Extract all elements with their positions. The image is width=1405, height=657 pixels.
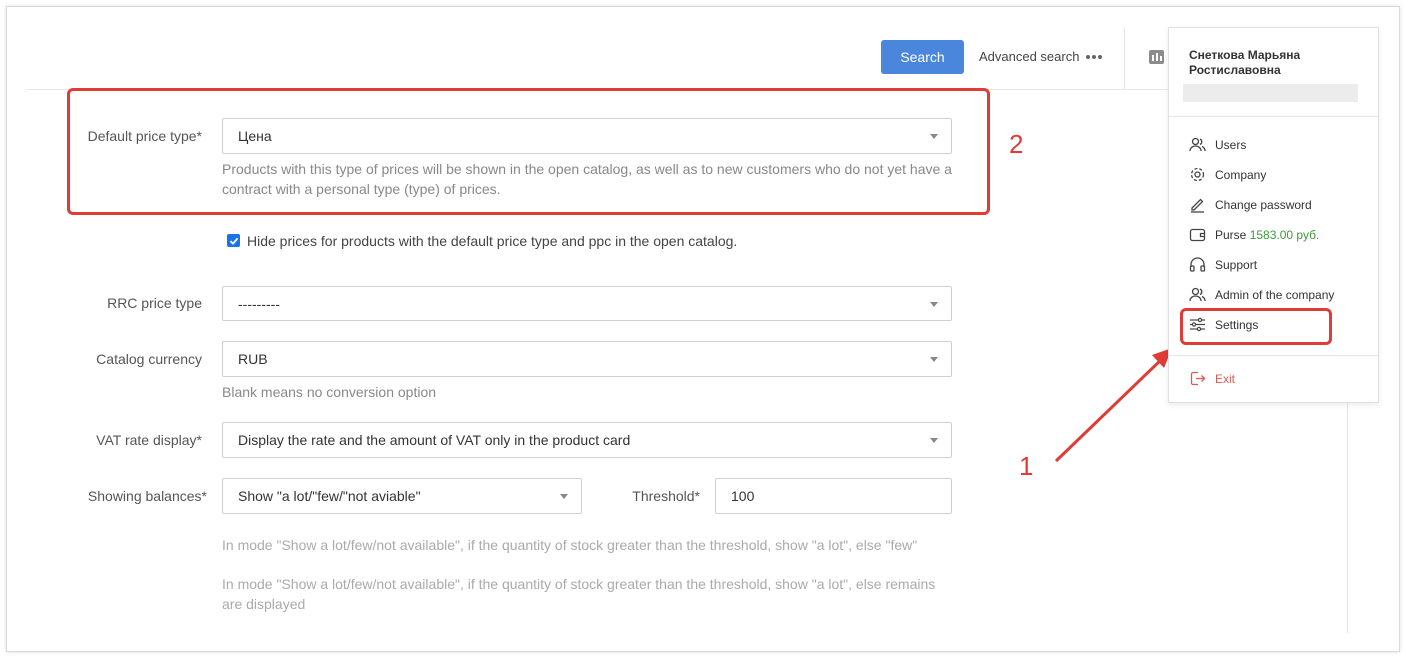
check-icon (229, 237, 238, 245)
menu-item-support[interactable]: Support (1189, 256, 1257, 273)
rrc-price-type-select[interactable]: --------- (222, 286, 952, 321)
highlight-box-1 (1180, 308, 1332, 345)
vat-rate-display-value: Display the rate and the amount of VAT o… (238, 432, 631, 448)
showing-balances-label: Showing balances* (87, 488, 207, 504)
annotation-number-2: 2 (1009, 129, 1024, 159)
user-name-line1: Снеткова Марьяна (1189, 48, 1301, 62)
menu-item-label: Company (1215, 167, 1267, 182)
chevron-down-icon (930, 134, 938, 139)
purse-balance: 1583.00 руб. (1249, 227, 1320, 242)
users-icon (1189, 287, 1206, 302)
menu-divider (1169, 355, 1378, 356)
logout-icon (1190, 371, 1206, 386)
users-icon (1189, 137, 1206, 152)
rrc-price-type-value: --------- (238, 295, 280, 312)
gear-icon (1190, 167, 1205, 182)
catalog-currency-label: Catalog currency (96, 351, 202, 367)
search-button[interactable]: Search (881, 40, 964, 74)
threshold-label: Threshold* (632, 488, 700, 504)
default-price-type-select[interactable]: Цена (222, 118, 952, 154)
chevron-down-icon (930, 438, 938, 443)
default-price-type-value: Цена (238, 128, 272, 144)
wallet-icon (1189, 228, 1206, 242)
user-name-line2: Ростиславовна (1189, 63, 1281, 77)
hide-prices-checkbox[interactable] (227, 234, 240, 247)
balances-help-2: In mode "Show a lot/few/not available", … (222, 576, 936, 612)
advanced-search-link[interactable]: Advanced search (979, 49, 1103, 64)
menu-item-label: Support (1215, 257, 1258, 272)
catalog-currency-select[interactable]: RUB (222, 341, 952, 377)
user-dropdown-menu: Снеткова Марьяна Ростиславовна Users Com… (1168, 27, 1379, 403)
blurred-user-email (1183, 84, 1358, 102)
advanced-search-label: Advanced search (979, 49, 1080, 64)
menu-item-label: Purse 1583.00 руб. (1215, 228, 1319, 242)
annotation-number-1: 1 (1019, 451, 1034, 481)
chevron-down-icon (930, 301, 938, 307)
showing-balances-select[interactable]: Show "a lot/"few/"not aviable" (222, 478, 582, 514)
menu-item-users[interactable]: Users (1189, 136, 1246, 153)
menu-item-purse[interactable]: Purse 1583.00 руб. (1189, 226, 1319, 243)
chevron-down-icon (560, 494, 568, 499)
annotation-arrow (1054, 348, 1172, 463)
menu-item-company[interactable]: Company (1189, 166, 1266, 183)
threshold-input[interactable]: 100 (715, 478, 952, 514)
pencil-icon (1191, 198, 1204, 213)
chart-icon[interactable] (1149, 50, 1164, 64)
catalog-currency-help: Blank means no conversion option (222, 384, 437, 400)
vat-rate-display-select[interactable]: Display the rate and the amount of VAT o… (222, 422, 952, 458)
menu-divider (1169, 116, 1378, 117)
menu-item-label: Exit (1215, 371, 1236, 386)
menu-item-label: Admin of the company (1215, 287, 1335, 302)
menu-item-exit[interactable]: Exit (1189, 370, 1235, 387)
chevron-down-icon (930, 357, 938, 362)
panel-divider (1347, 401, 1348, 633)
threshold-value: 100 (731, 488, 755, 504)
hide-prices-label: Hide prices for products with the defaul… (247, 233, 738, 249)
header-divider (1124, 27, 1125, 89)
rrc-price-type-label: RRC price type (107, 295, 202, 311)
user-name: Снеткова Марьяна Ростиславовна (1189, 48, 1300, 78)
default-price-type-help: Products with this type of prices will b… (222, 161, 952, 197)
default-price-type-label: Default price type* (87, 128, 202, 144)
menu-item-label: Change password (1215, 197, 1312, 212)
purse-label: Purse (1215, 227, 1247, 242)
more-dots-icon (1086, 54, 1103, 59)
showing-balances-value: Show "a lot/"few/"not aviable" (238, 488, 421, 504)
menu-item-change-password[interactable]: Change password (1189, 196, 1312, 213)
vat-rate-display-label: VAT rate display* (96, 432, 202, 448)
menu-item-label: Users (1215, 137, 1247, 152)
menu-item-admin-company[interactable]: Admin of the company (1189, 286, 1334, 303)
headphones-icon (1189, 257, 1206, 272)
catalog-currency-value: RUB (238, 351, 268, 367)
balances-help-1: In mode "Show a lot/few/not available", … (222, 537, 918, 553)
